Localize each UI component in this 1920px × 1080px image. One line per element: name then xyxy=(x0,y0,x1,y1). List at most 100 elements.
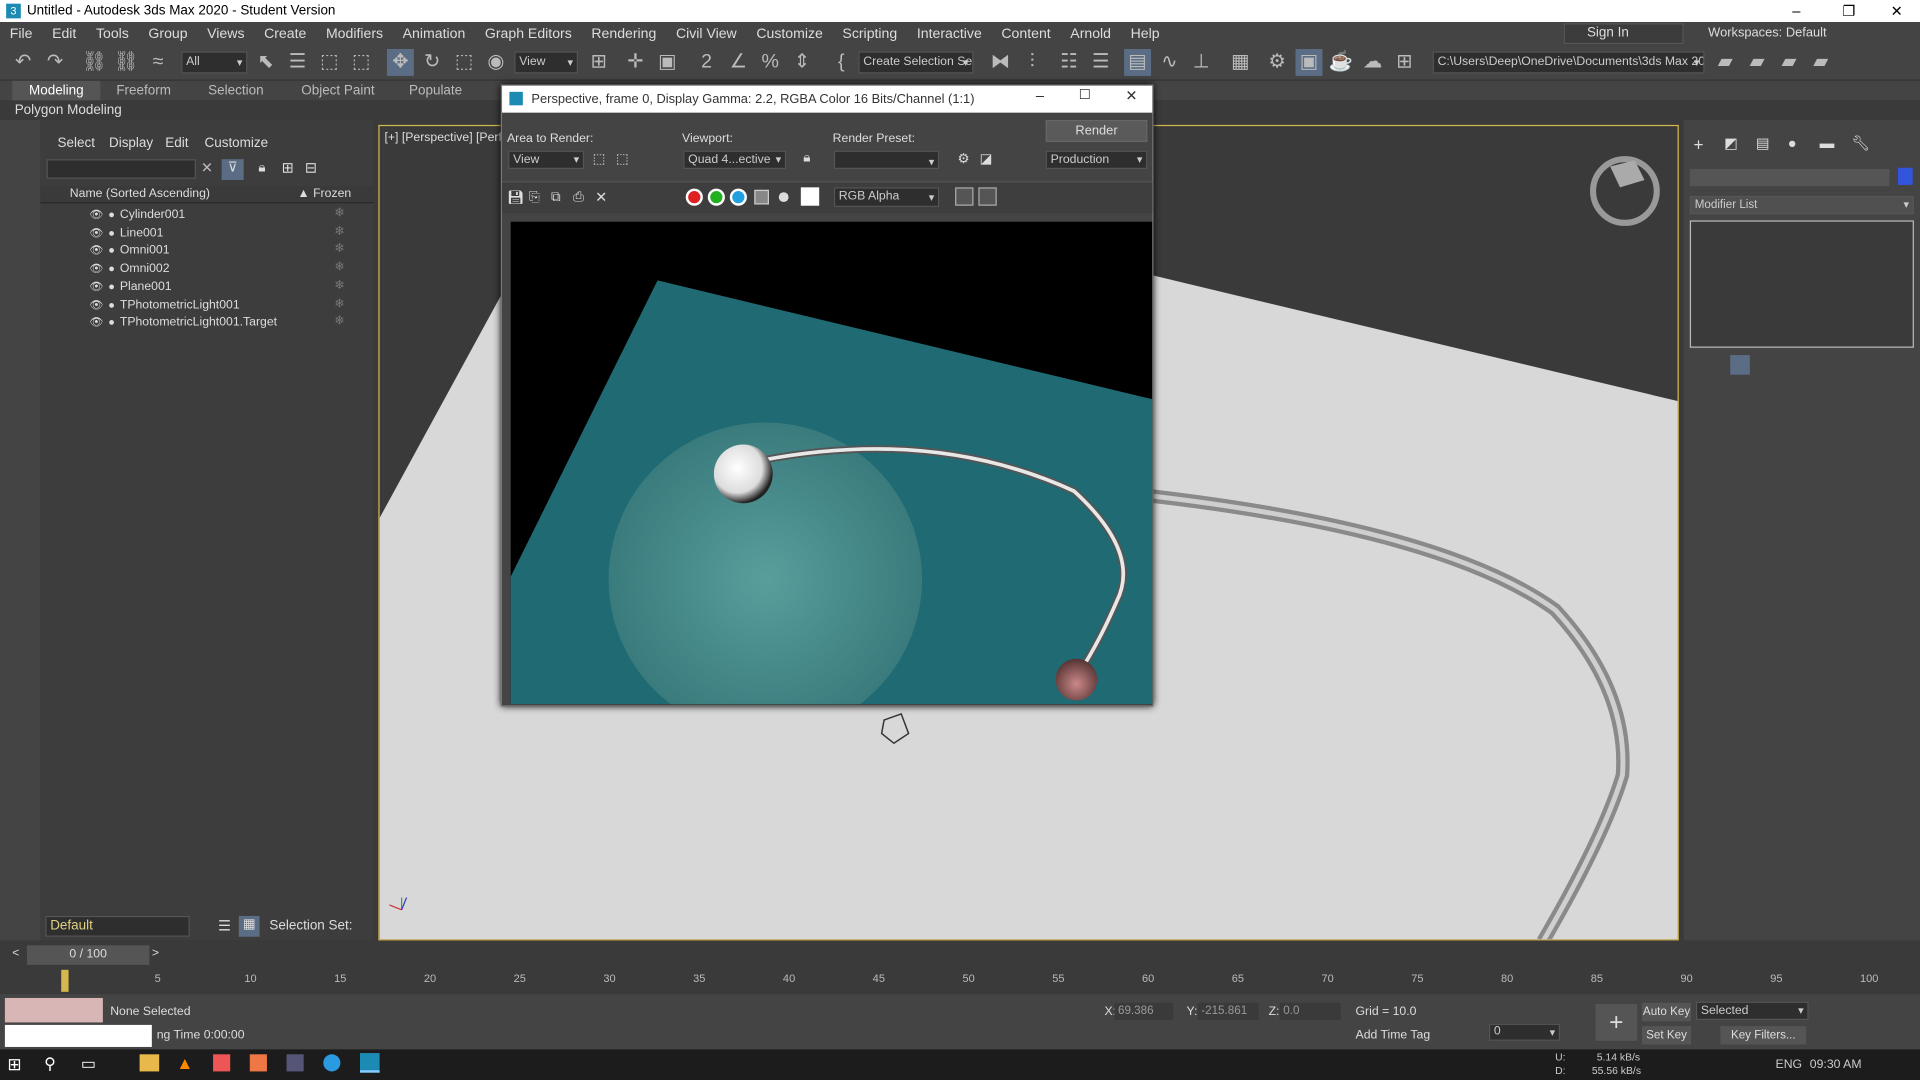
menu-civil-view[interactable]: Civil View xyxy=(666,26,746,41)
ribbon-tab-object-paint[interactable]: Object Paint xyxy=(301,81,374,101)
object-name[interactable]: Omni002 xyxy=(120,262,170,275)
visibility-icon[interactable]: 👁︎ xyxy=(89,226,103,238)
print-image-icon[interactable]: ⎙ xyxy=(573,190,584,206)
project-folder-icon[interactable]: ▰ xyxy=(1712,49,1739,76)
menu-create[interactable]: Create xyxy=(254,26,316,41)
object-name[interactable]: Omni001 xyxy=(120,244,170,257)
rendered-frame-icon[interactable]: ▣ xyxy=(1295,48,1323,76)
vlc-icon[interactable]: ▲ xyxy=(176,1053,193,1073)
undo-icon[interactable]: ↶ xyxy=(10,49,37,76)
name-column-header[interactable]: Name (Sorted Ascending) xyxy=(70,187,210,200)
named-selection-dropdown[interactable]: Create Selection Se xyxy=(858,51,974,74)
mirror-icon[interactable]: ⧓ xyxy=(987,49,1014,76)
object-name[interactable]: Line001 xyxy=(120,226,164,239)
modifier-list-dropdown[interactable]: Modifier List xyxy=(1689,195,1914,215)
render-production-icon[interactable]: ☕ xyxy=(1327,49,1354,76)
select-by-name-icon[interactable]: ☰ xyxy=(284,49,311,76)
create-tab-icon[interactable]: + xyxy=(1693,135,1703,155)
workspaces[interactable]: Workspaces: Default xyxy=(1708,23,1920,44)
filter-icon[interactable]: ⊽ xyxy=(221,159,244,181)
freeze-icon[interactable]: ❄ xyxy=(334,314,344,331)
menu-interactive[interactable]: Interactive xyxy=(907,26,992,41)
maxscript-listener[interactable] xyxy=(4,997,103,1023)
visibility-icon[interactable]: 👁︎ xyxy=(89,316,103,328)
toggle-ui-icon[interactable] xyxy=(978,187,997,206)
swatch-icon[interactable] xyxy=(800,187,820,206)
track-bar[interactable]: 5 10 15 20 25 30 35 40 45 50 55 60 65 70 75 80 85 90 95 100 xyxy=(0,969,1920,995)
blue-channel-icon[interactable] xyxy=(729,188,747,206)
ribbon-tab-populate[interactable]: Populate xyxy=(409,81,462,101)
3dsmax-taskbar-icon[interactable] xyxy=(360,1053,380,1073)
layer-icon[interactable]: ⊟ xyxy=(305,159,317,176)
object-name[interactable]: TPhotometricLight001.Target xyxy=(120,316,277,329)
visibility-icon[interactable]: 👁︎ xyxy=(89,262,103,274)
red-channel-icon[interactable] xyxy=(685,188,703,206)
curve-editor-icon[interactable]: ∿ xyxy=(1156,49,1183,76)
keyboard-shortcut-icon[interactable]: ▣ xyxy=(654,49,681,76)
bind-spacewarp-icon[interactable]: ≈ xyxy=(144,49,171,76)
render-setup-icon[interactable]: ⚙ xyxy=(1264,49,1291,76)
link-icon[interactable]: ⛓ xyxy=(81,49,108,76)
ribbon-tab-modeling[interactable]: Modeling xyxy=(12,80,101,101)
object-name[interactable]: Plane001 xyxy=(120,280,172,293)
project-new-icon[interactable]: ▰ xyxy=(1744,49,1771,76)
frame-counter[interactable]: 0 / 100 xyxy=(26,945,150,965)
layer-dropdown[interactable]: Default xyxy=(45,915,190,937)
dope-sheet-icon[interactable]: ⊥ xyxy=(1188,49,1215,76)
hierarchy-icon[interactable]: ⊞ xyxy=(282,159,294,176)
frozen-column-header[interactable]: ▲ Frozen xyxy=(298,187,352,200)
menu-customize[interactable]: Customize xyxy=(747,26,833,41)
redo-icon[interactable]: ↷ xyxy=(42,49,69,76)
file-explorer-icon[interactable] xyxy=(139,1054,160,1072)
place-icon[interactable]: ◉ xyxy=(482,49,509,76)
render-close-button[interactable]: ✕ xyxy=(1125,87,1137,104)
freeze-icon[interactable]: ❄ xyxy=(334,260,344,277)
freeze-icon[interactable]: ❄ xyxy=(334,224,344,241)
selection-filter-dropdown[interactable]: All xyxy=(181,51,248,74)
angle-snap-icon[interactable]: ∠ xyxy=(725,49,752,76)
polygon-modeling-label[interactable]: Polygon Modeling xyxy=(0,103,122,118)
edit-named-sel-icon[interactable]: { xyxy=(828,49,855,76)
menu-animation[interactable]: Animation xyxy=(393,26,475,41)
layer-explorer-icon[interactable]: ☰ xyxy=(1087,49,1114,76)
save-image-icon[interactable]: 💾︎ xyxy=(507,190,524,206)
toggle-ui-overlay-icon[interactable] xyxy=(955,187,974,206)
green-channel-icon[interactable] xyxy=(707,188,725,206)
task-view-icon[interactable]: ▭ xyxy=(81,1054,96,1074)
render-cloud-icon[interactable]: ☁ xyxy=(1359,49,1386,76)
render-minimize-button[interactable]: – xyxy=(1036,87,1044,104)
scene-object-row[interactable]: 👁︎ ● Plane001 ❄ xyxy=(89,278,344,295)
ribbon-tab-selection[interactable]: Selection xyxy=(208,81,263,101)
y-coordinate[interactable]: -215.861 xyxy=(1197,1002,1259,1021)
scene-object-row[interactable]: 👁︎ ● Omni002 ❄ xyxy=(89,260,344,277)
freeze-icon[interactable]: ❄ xyxy=(334,296,344,313)
menu-graph-editors[interactable]: Graph Editors xyxy=(475,26,581,41)
scene-object-row[interactable]: 👁︎ ● Line001 ❄ xyxy=(89,224,344,241)
lock-viewport-icon[interactable]: 🔒︎ xyxy=(803,151,810,167)
display-tab-icon[interactable]: ▬ xyxy=(1820,135,1835,152)
add-time-tag[interactable]: Add Time Tag xyxy=(1356,1029,1431,1042)
close-button[interactable]: ✕ xyxy=(1873,0,1920,22)
time-slider[interactable]: < 0 / 100 > xyxy=(0,942,1920,970)
project-browse-icon[interactable]: ▰ xyxy=(1807,49,1834,76)
render-setup-icon[interactable]: ⚙ xyxy=(958,151,970,167)
scene-menu-display[interactable]: Display xyxy=(109,136,153,151)
rendered-frame-window[interactable]: Perspective, frame 0, Display Gamma: 2.2… xyxy=(500,84,1154,707)
app-icon-c[interactable] xyxy=(286,1054,304,1072)
taskbar-thumbnail[interactable] xyxy=(4,1024,152,1047)
current-frame-spinner[interactable]: 0 xyxy=(1488,1023,1561,1041)
project-set-icon[interactable]: ▰ xyxy=(1776,49,1803,76)
edge-icon[interactable] xyxy=(323,1054,341,1072)
workspaces-value[interactable]: Default xyxy=(1786,26,1827,41)
render-maximize-button[interactable]: ☐ xyxy=(1079,87,1091,103)
scene-menu-select[interactable]: Select xyxy=(58,136,95,151)
search-icon[interactable]: ⚲ xyxy=(44,1054,56,1074)
motion-tab-icon[interactable]: ● xyxy=(1788,135,1797,152)
hierarchy-tab-icon[interactable]: ▤ xyxy=(1756,135,1770,152)
viewport-dropdown[interactable]: Quad 4...ective xyxy=(683,150,787,169)
clock[interactable]: 09:30 AM xyxy=(1810,1058,1862,1071)
scene-search-input[interactable] xyxy=(46,159,196,179)
menu-help[interactable]: Help xyxy=(1121,26,1170,41)
ribbon-toggle-icon[interactable]: ▤ xyxy=(1124,48,1152,76)
move-icon[interactable]: ✥ xyxy=(386,48,414,76)
